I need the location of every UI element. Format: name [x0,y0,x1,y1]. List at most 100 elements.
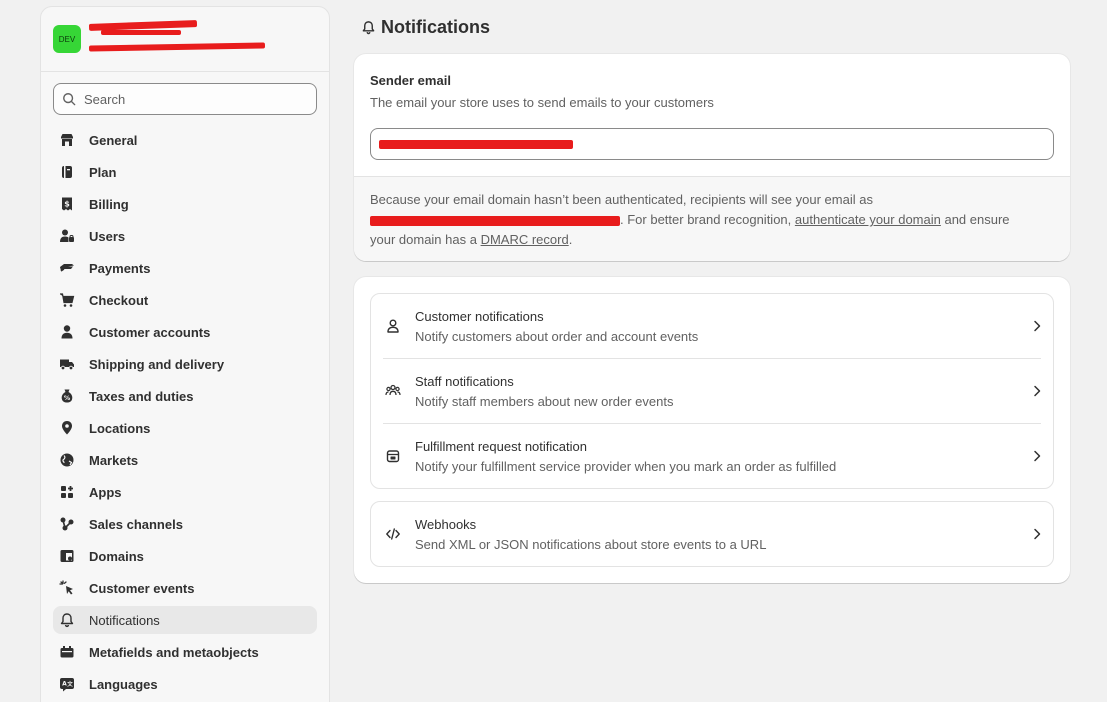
sidebar-item-sales-channels[interactable]: Sales channels [53,510,317,538]
redacted-email-address [370,215,620,226]
sidebar-item-notifications[interactable]: Notifications [53,606,317,634]
customer-notifications-row[interactable]: Customer notifications Notify customers … [371,294,1053,359]
sender-email-field[interactable] [370,128,1054,160]
fulfillment-request-row[interactable]: Fulfillment request notification Notify … [371,424,1053,489]
sidebar-item-locations[interactable]: Locations [53,414,317,442]
sidebar-item-label: Sales channels [89,516,183,532]
sidebar-item-taxes[interactable]: % Taxes and duties [53,382,317,410]
chevron-right-icon [1029,526,1045,542]
sidebar-item-label: Checkout [89,292,149,308]
bell-icon [362,21,375,35]
sidebar-item-general[interactable]: General [53,126,317,154]
chevron-right-icon [1029,383,1045,399]
cursor-icon [59,580,75,596]
footer-line-2-end: and ensure [940,212,1010,227]
sender-email-description: The email your store uses to send emails… [370,95,714,110]
sidebar-item-label: General [89,132,138,148]
chevron-right-icon [1029,318,1045,334]
sidebar-item-label: Apps [89,484,122,500]
redacted-store-domain [88,42,266,52]
sidebar-item-label: Metafields and metaobjects [89,644,259,660]
redacted-store-name-2 [101,30,181,35]
footer-line-1: Because your email domain hasn’t been au… [370,192,873,207]
sidebar-item-shipping[interactable]: Shipping and delivery [53,350,317,378]
bell-icon [59,612,75,628]
row-title: Customer notifications [415,309,544,324]
languages-icon: A文 [59,676,75,692]
sidebar-item-label: Notifications [89,612,160,628]
domains-icon [59,548,75,564]
sidebar-item-checkout[interactable]: Checkout [53,286,317,314]
team-icon [385,383,401,399]
search-input[interactable] [84,91,304,107]
sidebar-item-label: Markets [89,452,139,468]
footer-line-3-text: your domain has a [370,232,481,247]
row-description: Send XML or JSON notifications about sto… [415,537,767,552]
webhooks-row[interactable]: Webhooks Send XML or JSON notifications … [371,502,1053,567]
row-description: Notify your fulfillment service provider… [415,459,837,474]
sidebar-item-billing[interactable]: $ Billing [53,190,317,218]
svg-text:文: 文 [67,680,73,688]
sidebar-item-label: Customer accounts [89,324,211,340]
page-title-text: Notifications [381,17,491,37]
sidebar-item-metafields[interactable]: Metafields and metaobjects [53,638,317,666]
footer-line-2: . For better brand recognition, authenti… [370,210,1010,230]
footer-line-3: your domain has a DMARC record. [370,230,572,250]
globe-icon [59,452,75,468]
dmarc-record-link[interactable]: DMARC record [481,232,569,247]
users-icon [59,228,75,244]
sidebar-item-apps[interactable]: Apps [53,478,317,506]
sender-email-title: Sender email [370,73,451,88]
sidebar-item-label: Plan [89,164,117,180]
store-switcher[interactable]: DEV [41,7,329,72]
settings-nav: General Plan $ Billing Users Payments Ch… [53,126,317,702]
store-icon [59,132,75,148]
sidebar-item-users[interactable]: Users [53,222,317,250]
tax-icon: % [59,388,75,404]
sidebar-item-domains[interactable]: Domains [53,542,317,570]
row-title: Staff notifications [415,374,514,389]
search-field[interactable] [53,83,317,115]
authenticate-domain-link[interactable]: authenticate your domain [795,212,941,227]
settings-sidebar: DEV General Plan $ Billing Users Payment… [40,6,330,702]
svg-text:$: $ [64,200,70,209]
calendar-icon [385,448,401,464]
sidebar-item-label: Shipping and delivery [89,356,225,372]
chevron-right-icon [1029,448,1045,464]
svg-text:%: % [64,394,71,402]
sidebar-item-languages[interactable]: A文 Languages [53,670,317,698]
cart-icon [59,292,75,308]
row-title: Fulfillment request notification [415,439,587,454]
person-icon [59,324,75,340]
notification-group: Customer notifications Notify customers … [370,293,1054,489]
search-icon [63,93,76,106]
sidebar-item-label: Languages [89,676,158,692]
code-icon [385,526,401,542]
row-description: Notify staff members about new order eve… [415,394,674,409]
sender-email-card: Sender email The email your store uses t… [354,54,1070,261]
sidebar-item-plan[interactable]: Plan [53,158,317,186]
staff-notifications-row[interactable]: Staff notifications Notify staff members… [371,359,1053,424]
sidebar-item-markets[interactable]: Markets [53,446,317,474]
sidebar-item-customer-accounts[interactable]: Customer accounts [53,318,317,346]
sidebar-item-label: Taxes and duties [89,388,194,404]
redacted-email-value [379,140,573,149]
sidebar-item-label: Locations [89,420,151,436]
sidebar-item-payments[interactable]: Payments [53,254,317,282]
apps-icon [59,484,75,500]
truck-icon [59,356,75,372]
sidebar-item-label: Domains [89,548,144,564]
channels-icon [59,516,75,532]
row-description: Notify customers about order and account… [415,329,699,344]
sidebar-item-label: Payments [89,260,151,276]
billing-icon: $ [59,196,75,212]
sender-email-footer: Because your email domain hasn’t been au… [354,176,1070,261]
notifications-list-card: Customer notifications Notify customers … [354,277,1070,583]
metafields-icon [59,644,75,660]
footer-line-3-end: . [568,232,573,247]
footer-line-2-text: . For better brand recognition, [620,212,795,227]
store-avatar: DEV [53,25,81,53]
sidebar-item-customer-events[interactable]: Customer events [53,574,317,602]
sidebar-item-label: Users [89,228,126,244]
row-title: Webhooks [415,517,477,532]
